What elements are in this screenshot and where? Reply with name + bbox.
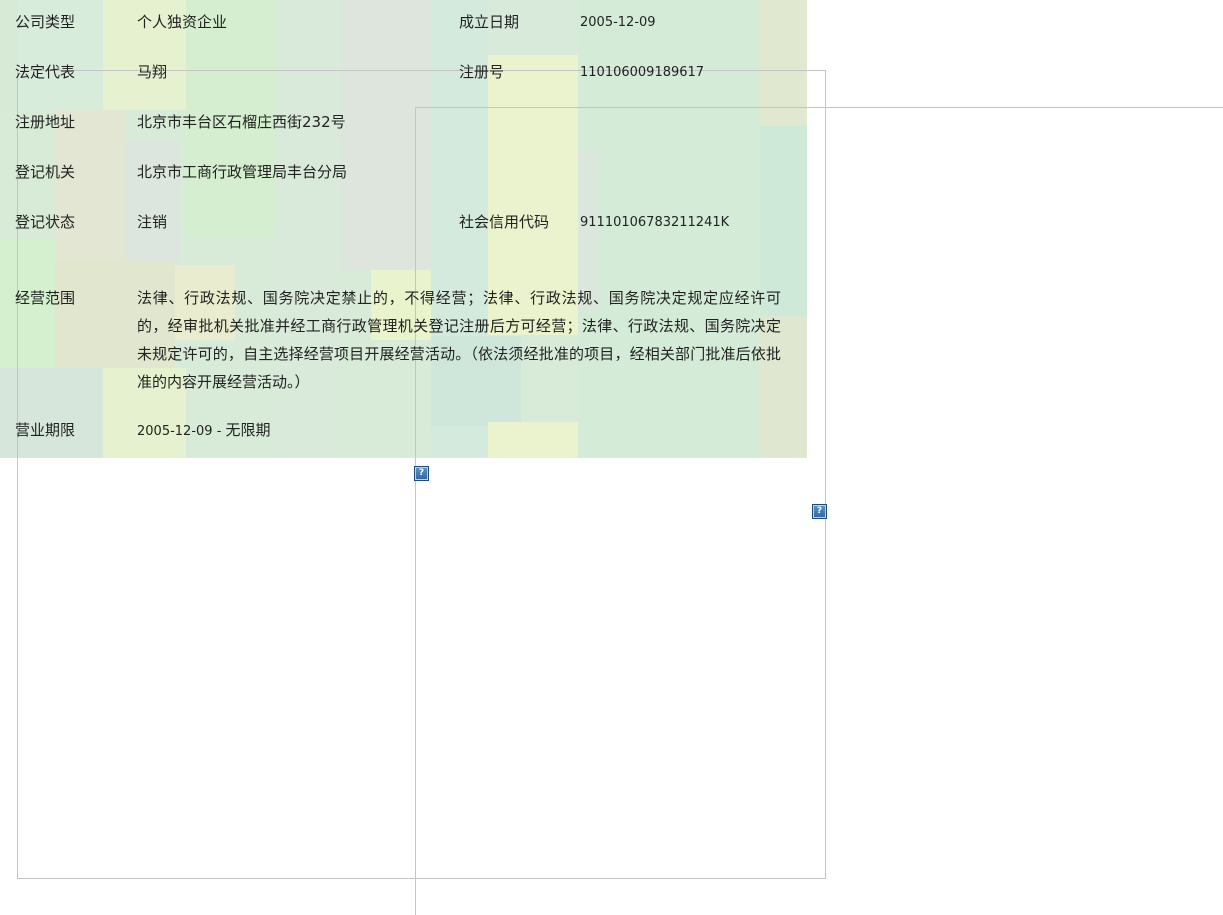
help-icon[interactable]: ? (414, 466, 429, 481)
scope-label: 经营范围 (15, 289, 76, 307)
scope-value: 法律、行政法规、国务院决定禁止的，不得经营；法律、行政法规、国务院决定规定应经许… (137, 289, 781, 391)
status-value: 注销 (137, 213, 168, 231)
term-start-date: 2005-12-09 (137, 424, 213, 439)
term-separator: - (212, 424, 226, 439)
term-end: 无限期 (225, 421, 271, 439)
reg-number-value: 110106009189617 (580, 65, 705, 80)
address-value: 北京市丰台区石榴庄西街232号 (137, 113, 346, 131)
credit-code-value: 91110106783211241K (580, 215, 730, 230)
page: ? ? 公司类型 个人独资企业 成立日期 2005-12-09 法定代表 马翔 … (0, 0, 1223, 915)
legal-rep-label: 法定代表 (15, 63, 76, 81)
founded-date-value: 2005-12-09 (580, 15, 656, 30)
authority-label: 登记机关 (15, 163, 76, 181)
status-label: 登记状态 (15, 213, 76, 231)
founded-date-label: 成立日期 (459, 13, 520, 31)
company-type-value: 个人独资企业 (137, 13, 228, 31)
reg-number-label: 注册号 (459, 63, 505, 81)
address-label: 注册地址 (15, 113, 76, 131)
help-icon[interactable]: ? (812, 504, 827, 519)
credit-code-label: 社会信用代码 (459, 213, 550, 231)
term-value: 2005-12-09 - 无限期 (137, 416, 271, 446)
term-label: 营业期限 (15, 421, 76, 439)
company-type-label: 公司类型 (15, 13, 76, 31)
legal-rep-value: 马翔 (137, 63, 168, 81)
authority-value: 北京市工商行政管理局丰台分局 (137, 163, 348, 181)
